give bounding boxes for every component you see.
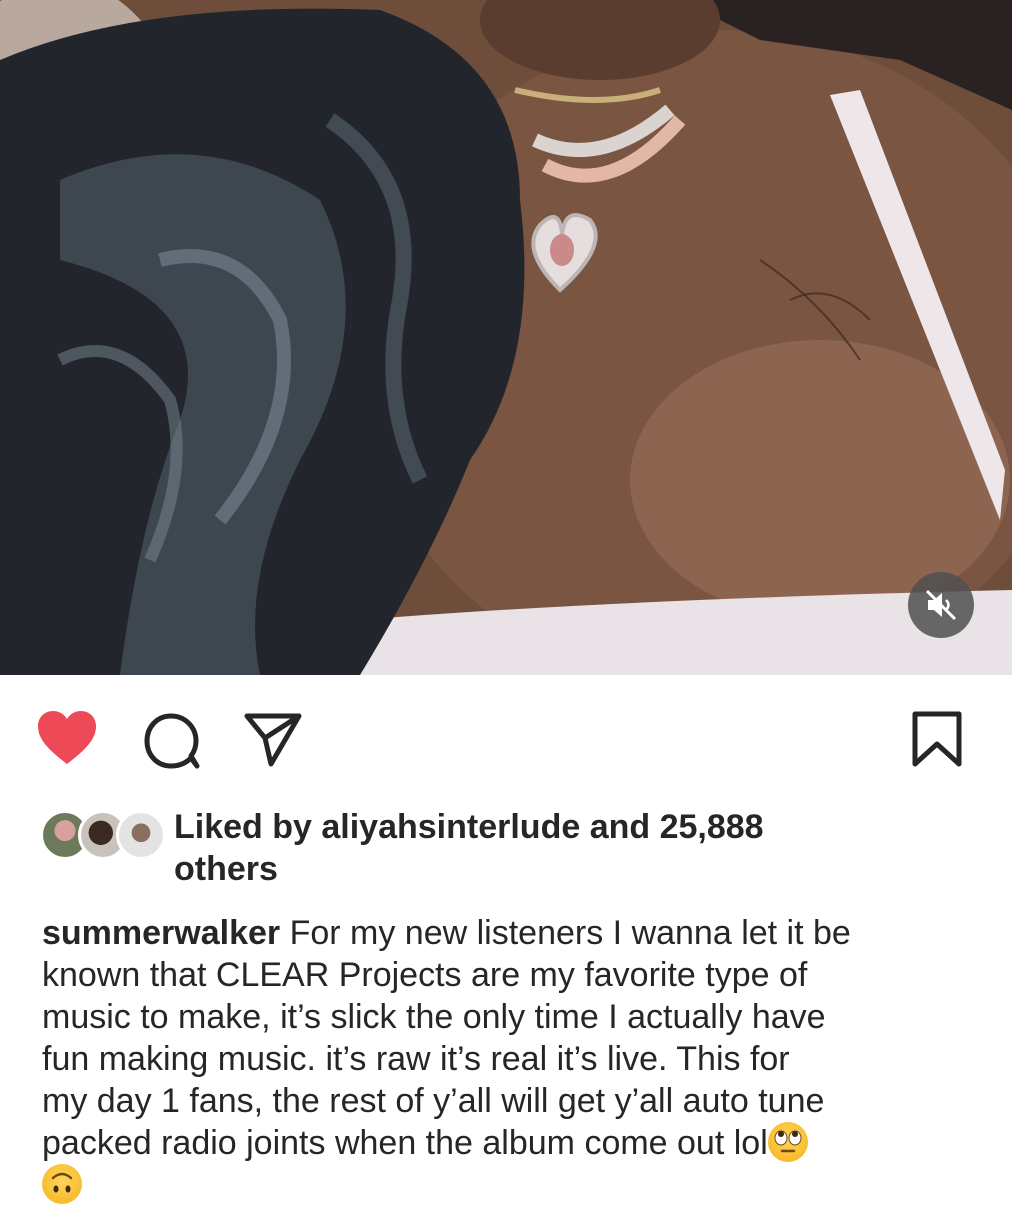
post-photo (0, 0, 1012, 675)
likes-middle: and (580, 808, 660, 846)
likes-others[interactable]: others (174, 850, 278, 888)
upside-down-face-emoji-icon (42, 1164, 82, 1204)
share-button[interactable] (243, 712, 303, 773)
avatar (116, 810, 166, 860)
caption-line-4: fun making music. it’s raw it’s real it’… (42, 1040, 790, 1078)
caption-line-2: known that CLEAR Projects are my favorit… (42, 956, 808, 994)
liker-avatars[interactable] (40, 810, 166, 860)
caption-username[interactable]: summerwalker (42, 914, 280, 952)
comment-bubble-icon (144, 713, 200, 769)
likes-prefix: Liked by (174, 808, 322, 846)
post-caption: summerwalker For my new listeners I wann… (42, 912, 982, 1206)
save-button[interactable] (910, 710, 964, 773)
eye-roll-emoji-icon (767, 1122, 808, 1162)
bookmark-icon (912, 711, 962, 767)
caption-line-6: packed radio joints when the album come … (42, 1124, 768, 1162)
like-button[interactable] (36, 710, 98, 771)
muted-speaker-icon (925, 589, 957, 621)
liker-username[interactable]: aliyahsinterlude (321, 808, 580, 846)
post-action-bar (0, 700, 1012, 780)
caption-line-3: music to make, it’s slick the only time … (42, 998, 826, 1036)
likes-count[interactable]: 25,888 (660, 808, 764, 846)
paper-plane-icon (244, 713, 302, 767)
likes-text[interactable]: Liked by aliyahsinterlude and 25,888 oth… (174, 806, 874, 890)
caption-line-1: For my new listeners I wanna let it be (280, 914, 851, 952)
caption-line-5: my day 1 fans, the rest of y’all will ge… (42, 1082, 825, 1120)
mute-toggle-button[interactable] (908, 572, 974, 638)
post-media[interactable] (0, 0, 1012, 675)
comment-button[interactable] (143, 712, 201, 775)
heart-filled-icon (38, 711, 96, 764)
